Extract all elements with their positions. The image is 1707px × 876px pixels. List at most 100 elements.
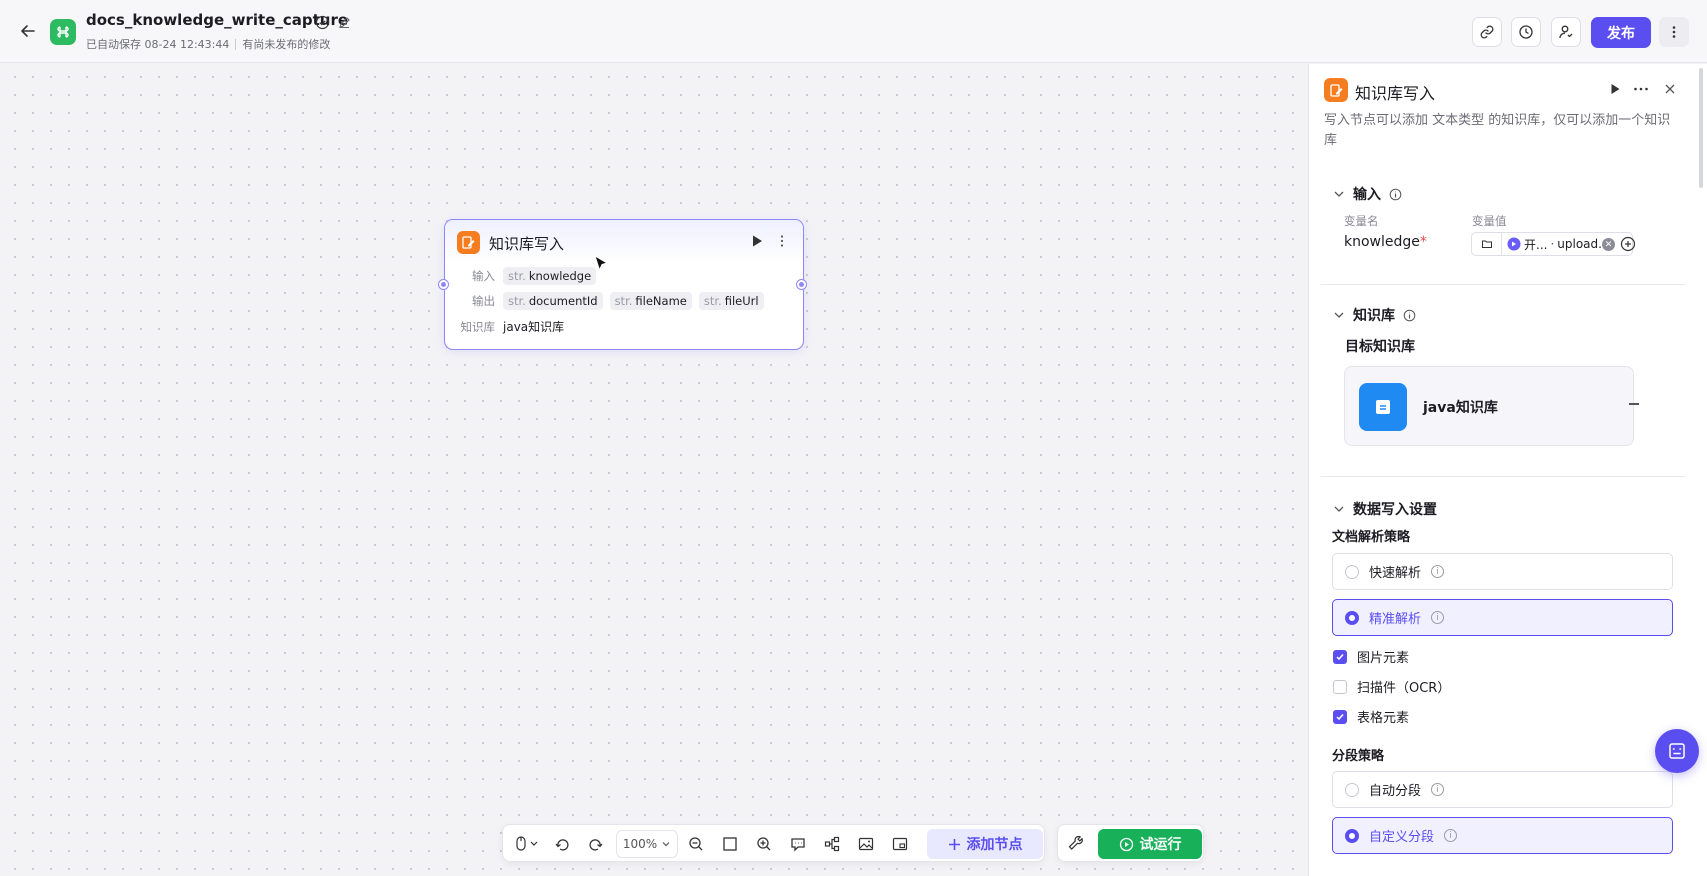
more-menu-button[interactable] [1659,17,1689,47]
knowledge-write-node[interactable]: 知识库写入 输入 str. knowledge 输出 str. documentId… [439,219,806,350]
checkbox[interactable] [1333,709,1347,724]
info-icon[interactable] [1389,188,1402,201]
panel-more-icon[interactable] [1633,82,1649,100]
zoom-in-button[interactable] [754,834,774,854]
checkbox-table-elements[interactable]: 表格元素 [1333,707,1409,726]
workflow-canvas[interactable]: 知识库写入 输入 str. knowledge 输出 str. documentId… [0,64,1308,876]
zoom-out-button[interactable] [686,834,706,854]
radio[interactable] [1345,782,1359,797]
var-value-selector[interactable]: 开... · upload... ✕ [1471,232,1633,256]
publish-button[interactable]: 发布 [1591,17,1651,48]
divider [1321,476,1685,477]
collaborators-button[interactable] [1551,17,1581,47]
divider [1321,284,1685,285]
workflow-title: docs_knowledge_write_capture [86,11,349,29]
param-name: fileUrl [724,294,759,308]
link-icon [1480,25,1494,39]
mouse-icon [516,836,538,851]
info-icon[interactable]: i [1444,829,1458,842]
checkbox-label: 表格元素 [1357,711,1410,726]
checkbox-label: 图片元素 [1357,651,1410,666]
option-label: 自动分段 [1369,784,1422,799]
checkbox-label: 扫描件（OCR） [1357,681,1451,696]
check-icon [1336,713,1344,720]
value-type-button[interactable] [1472,233,1502,255]
export-image-button[interactable] [856,834,876,854]
redo-button[interactable] [586,834,606,854]
var-value-header: 变量值 [1472,214,1507,228]
auto-layout-button[interactable] [822,834,842,854]
info-icon[interactable]: i [1431,783,1445,796]
add-node-button[interactable]: 添加节点 [927,829,1043,859]
checkbox[interactable] [1333,649,1347,664]
kb-section-header[interactable]: 知识库 [1333,305,1416,325]
pointer-mode-button[interactable] [511,834,547,854]
output-tag: str. fileUrl [698,292,764,310]
plus-icon [948,838,960,850]
variable-reference: 开... · upload... [1502,236,1610,253]
node-settings-panel: 知识库写入 写入节点可以添加 文本类型 的知识库，仅可以添加一个知识库 输入 变… [1308,64,1707,876]
copy-link-button[interactable] [1472,17,1502,47]
parse-option-fast[interactable]: 快速解析 i [1332,553,1673,590]
parse-option-precise[interactable]: 精准解析 i [1332,599,1673,636]
kb-label: 知识库 [460,319,496,334]
type-label: str. [508,294,526,308]
node-more-icon[interactable] [775,234,789,252]
fit-view-button[interactable] [720,834,740,854]
info-icon[interactable]: i [1431,611,1445,624]
input-handle[interactable] [439,280,448,289]
try-run-button[interactable]: 试运行 [1098,829,1202,859]
checkbox-image-elements[interactable]: 图片元素 [1333,647,1409,666]
write-settings-header[interactable]: 数据写入设置 [1333,499,1437,519]
info-icon[interactable]: i [1431,565,1445,578]
radio[interactable] [1345,564,1359,579]
comment-icon [791,838,805,852]
node-run-icon[interactable] [750,234,764,252]
back-arrow-icon[interactable] [18,21,38,41]
radio[interactable] [1345,610,1359,625]
zoom-in-icon [757,837,771,851]
zoom-select[interactable]: 100% [616,830,678,858]
minimap-button[interactable] [890,834,910,854]
panel-run-icon[interactable] [1608,82,1622,100]
info-icon[interactable] [1403,309,1416,322]
radio[interactable] [1345,828,1359,843]
add-circle-icon[interactable] [1620,236,1636,252]
document-icon [1359,383,1407,431]
remove-kb-icon[interactable] [1629,403,1639,405]
undo-button[interactable] [552,834,572,854]
saved-check-icon [315,15,330,30]
add-comment-button[interactable] [788,834,808,854]
output-handle[interactable] [797,280,806,289]
check-icon [1336,653,1344,660]
ref-source: 开... [1524,237,1548,252]
clear-icon[interactable]: ✕ [1602,238,1615,251]
checkbox-ocr[interactable]: 扫描件（OCR） [1333,677,1450,696]
type-label: str. [614,294,633,308]
node-kb-row: 知识库 java知识库 [455,318,565,335]
panel-scrollbar[interactable] [1699,68,1703,188]
node-input-row: 输入 str. knowledge [455,267,603,285]
checkbox[interactable] [1333,679,1347,694]
edit-pencil-icon[interactable] [337,15,352,30]
input-label: 输入 [472,269,495,283]
debug-settings-button[interactable] [1067,834,1087,854]
play-circle-icon [1119,837,1133,851]
kb-card[interactable]: java知识库 [1344,366,1639,446]
segment-option-custom[interactable]: 自定义分段 i [1332,817,1673,854]
try-run-label: 试运行 [1139,837,1182,853]
knowledge-write-icon [457,231,480,254]
var-name-text: knowledge [1344,234,1420,250]
run-toolbar: 试运行 [1057,824,1204,862]
zoom-out-icon [689,837,703,851]
var-name: knowledge* [1344,234,1427,250]
input-section-header[interactable]: 输入 [1333,184,1402,204]
panel-close-icon[interactable] [1663,82,1677,100]
zoom-level: 100% [622,837,658,851]
segment-option-auto[interactable]: 自动分段 i [1332,771,1673,808]
fit-view-icon [723,837,737,851]
history-button[interactable] [1511,17,1541,47]
layout-tree-icon [824,836,840,852]
assistant-float-button[interactable] [1655,729,1699,773]
start-node-icon [1507,237,1521,251]
